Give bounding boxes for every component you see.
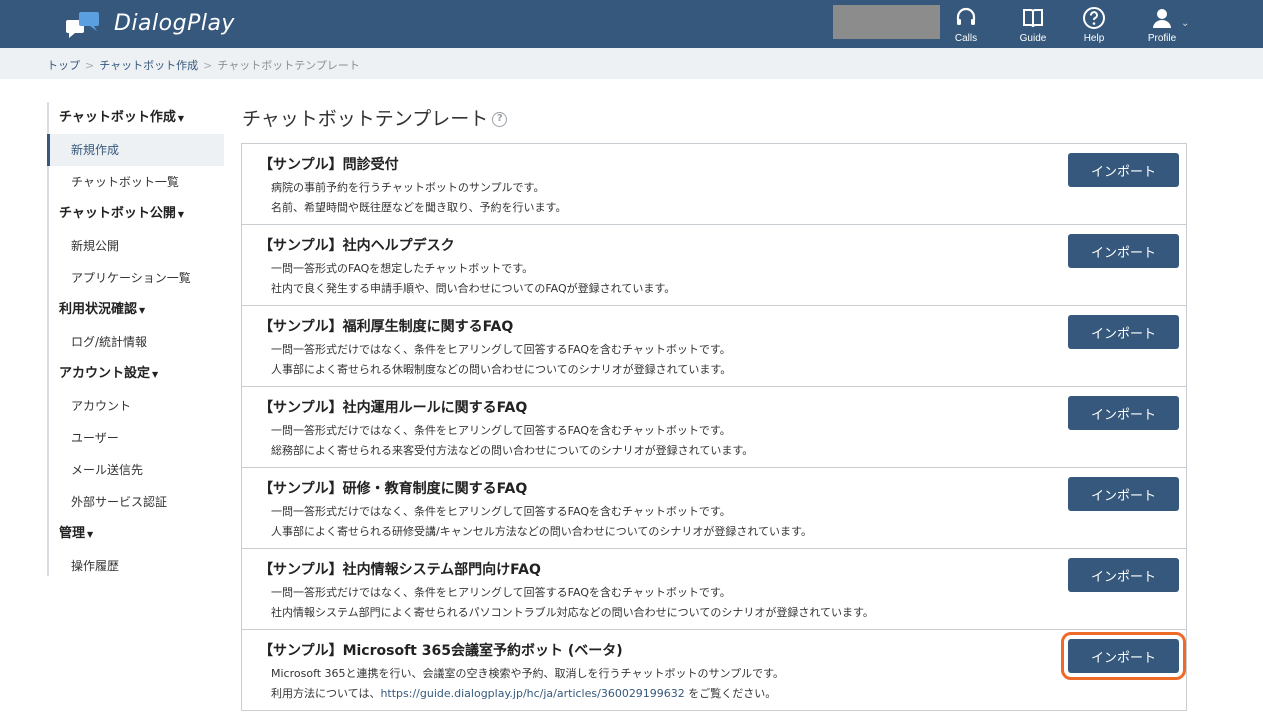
caret-down-icon: ▼ xyxy=(139,306,146,315)
import-button[interactable]: インポート xyxy=(1068,558,1179,592)
template-title: 【サンプル】福利厚生制度に関するFAQ xyxy=(259,319,514,335)
book-icon xyxy=(1023,9,1043,28)
sidebar-item-operation-history[interactable]: 操作履歴 xyxy=(49,550,224,582)
breadcrumb-bar: トップ > チャットボット作成 > チャットボットテンプレート xyxy=(0,48,1263,79)
template-card: 【サンプル】社内ヘルプデスク 一問一答形式のFAQを想定したチャットボットです。… xyxy=(241,225,1187,306)
sidebar-section-label: チャットボット公開 xyxy=(59,206,176,221)
nav-help[interactable]: Help xyxy=(1064,6,1124,44)
nav-calls-label: Calls xyxy=(954,33,978,44)
template-card: 【サンプル】社内情報システム部門向けFAQ 一問一答形式だけではなく、条件をヒア… xyxy=(241,549,1187,630)
nav-help-label: Help xyxy=(1083,33,1105,44)
template-card: 【サンプル】Microsoft 365会議室予約ボット (ベータ) Micros… xyxy=(241,630,1187,711)
template-description: 一問一答形式だけではなく、条件をヒアリングして回答するFAQを含むチャットボット… xyxy=(271,586,731,599)
sidebar-item-new-create[interactable]: 新規作成 xyxy=(47,134,224,166)
template-card: 【サンプル】問診受付 病院の事前予約を行うチャットボットのサンプルです。 名前、… xyxy=(241,144,1187,225)
breadcrumb-chatbot-create[interactable]: チャットボット作成 xyxy=(99,59,198,72)
usage-suffix: をご覧ください。 xyxy=(684,687,777,700)
guide-link[interactable]: https://guide.dialogplay.jp/hc/ja/articl… xyxy=(380,687,684,700)
sidebar-item-users[interactable]: ユーザー xyxy=(49,422,224,454)
help-icon[interactable]: ? xyxy=(492,112,508,127)
breadcrumb-separator: > xyxy=(203,59,213,72)
page-title: チャットボットテンプレート? xyxy=(242,104,508,131)
top-header: DialogPlay Calls Guide Help Profile ⌄ xyxy=(0,0,1263,48)
template-card: 【サンプル】福利厚生制度に関するFAQ 一問一答形式だけではなく、条件をヒアリン… xyxy=(241,306,1187,387)
caret-down-icon: ▼ xyxy=(177,114,185,123)
sidebar-section-label: 管理 xyxy=(59,526,86,541)
template-description: 利用方法については、https://guide.dialogplay.jp/hc… xyxy=(271,685,776,701)
sidebar-item-account[interactable]: アカウント xyxy=(49,390,224,422)
template-description: 名前、希望時間や既往歴などを聞き取り、予約を行います。 xyxy=(271,201,567,214)
nav-calls[interactable]: Calls xyxy=(936,6,996,44)
chevron-down-icon[interactable]: ⌄ xyxy=(1181,18,1189,29)
sidebar-section-chatbot-publish[interactable]: チャットボット公開 ▼ xyxy=(49,198,224,230)
nav-profile-label: Profile xyxy=(1147,33,1177,44)
breadcrumb-current: チャットボットテンプレート xyxy=(217,59,360,72)
page-title-text: チャットボットテンプレート xyxy=(242,108,489,130)
template-title: 【サンプル】社内情報システム部門向けFAQ xyxy=(259,562,541,578)
template-description: 一問一答形式だけではなく、条件をヒアリングして回答するFAQを含むチャットボット… xyxy=(271,505,731,518)
import-button[interactable]: インポート xyxy=(1068,396,1179,430)
headset-icon xyxy=(956,7,976,25)
breadcrumb-separator: > xyxy=(85,59,95,72)
sidebar-section-label: アカウント設定 xyxy=(59,366,151,381)
sidebar-section-admin[interactable]: 管理 ▼ xyxy=(49,518,224,550)
import-button[interactable]: インポート xyxy=(1068,234,1179,268)
nav-guide[interactable]: Guide xyxy=(1003,6,1063,44)
sidebar-section-label: チャットボット作成 xyxy=(59,110,176,125)
template-title: 【サンプル】社内ヘルプデスク xyxy=(259,238,455,254)
template-description: 一問一答形式だけではなく、条件をヒアリングして回答するFAQを含むチャットボット… xyxy=(271,424,731,437)
template-description: 社内情報システム部門によく寄せられるパソコントラブル対応などの問い合わせについて… xyxy=(271,606,874,619)
sidebar: チャットボット作成 ▼ 新規作成 チャットボット一覧 チャットボット公開 ▼ 新規公… xyxy=(47,102,224,576)
sidebar-item-logs-stats[interactable]: ログ/統計情報 xyxy=(49,326,224,358)
template-card: 【サンプル】研修・教育制度に関するFAQ 一問一答形式だけではなく、条件をヒアリ… xyxy=(241,468,1187,549)
template-description: 一問一答形式だけではなく、条件をヒアリングして回答するFAQを含むチャットボット… xyxy=(271,343,731,356)
sidebar-section-usage[interactable]: 利用状況確認 ▼ xyxy=(49,294,224,326)
sidebar-item-external-auth[interactable]: 外部サービス認証 xyxy=(49,486,224,518)
user-icon xyxy=(1153,9,1171,28)
template-description: 病院の事前予約を行うチャットボットのサンプルです。 xyxy=(271,181,545,194)
caret-down-icon: ▼ xyxy=(177,210,185,219)
template-description: 人事部によく寄せられる研修受講/キャンセル方法などの問い合わせについてのシナリオ… xyxy=(271,525,812,538)
sidebar-section-chatbot-create[interactable]: チャットボット作成 ▼ xyxy=(49,102,224,134)
template-title: 【サンプル】Microsoft 365会議室予約ボット (ベータ) xyxy=(259,643,623,659)
help-circle-icon xyxy=(1083,7,1105,29)
template-description: 一問一答形式のFAQを想定したチャットボットです。 xyxy=(271,262,534,275)
account-placeholder xyxy=(833,5,940,39)
import-button[interactable]: インポート xyxy=(1068,315,1179,349)
breadcrumb-top[interactable]: トップ xyxy=(47,59,80,72)
sidebar-item-new-publish[interactable]: 新規公開 xyxy=(49,230,224,262)
breadcrumb: トップ > チャットボット作成 > チャットボットテンプレート xyxy=(47,57,360,73)
sidebar-section-account-settings[interactable]: アカウント設定 ▼ xyxy=(49,358,224,390)
template-title: 【サンプル】問診受付 xyxy=(259,157,399,173)
import-button[interactable]: インポート xyxy=(1068,477,1179,511)
sidebar-section-label: 利用状況確認 xyxy=(59,302,138,317)
sidebar-item-mail-recipients[interactable]: メール送信先 xyxy=(49,454,224,486)
template-description: Microsoft 365と連携を行い、会議室の空き検索や予約、取消しを行うチャ… xyxy=(271,667,785,680)
template-card: 【サンプル】社内運用ルールに関するFAQ 一問一答形式だけではなく、条件をヒアリ… xyxy=(241,387,1187,468)
caret-down-icon: ▼ xyxy=(87,530,94,539)
template-description: 総務部によく寄せられる来客受付方法などの問い合わせについてのシナリオが登録されて… xyxy=(271,444,754,457)
import-button-highlighted[interactable]: インポート xyxy=(1061,632,1186,680)
sidebar-item-application-list[interactable]: アプリケーション一覧 xyxy=(49,262,224,294)
import-button[interactable]: インポート xyxy=(1068,153,1179,187)
usage-prefix: 利用方法については、 xyxy=(271,687,381,700)
template-description: 人事部によく寄せられる休暇制度などの問い合わせについてのシナリオが登録されていま… xyxy=(271,363,732,376)
template-list: 【サンプル】問診受付 病院の事前予約を行うチャットボットのサンプルです。 名前、… xyxy=(241,143,1187,711)
template-title: 【サンプル】社内運用ルールに関するFAQ xyxy=(259,400,528,416)
sidebar-item-chatbot-list[interactable]: チャットボット一覧 xyxy=(49,166,224,198)
logo-icon[interactable] xyxy=(66,10,100,38)
nav-guide-label: Guide xyxy=(1019,33,1047,44)
brand-name[interactable]: DialogPlay xyxy=(114,11,235,36)
template-description: 社内で良く発生する申請手順や、問い合わせについてのFAQが登録されています。 xyxy=(271,282,676,295)
template-title: 【サンプル】研修・教育制度に関するFAQ xyxy=(259,481,528,497)
caret-down-icon: ▼ xyxy=(152,370,159,379)
